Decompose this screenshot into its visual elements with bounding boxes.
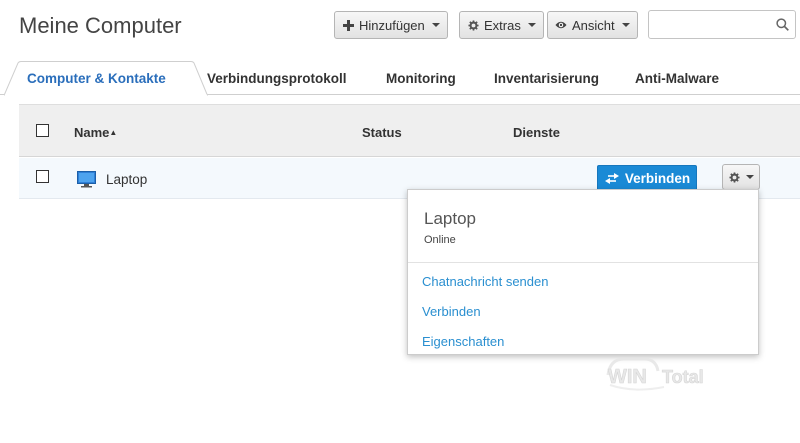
svg-text:Total: Total xyxy=(662,367,704,387)
tab-verbindungsprotokoll[interactable]: Verbindungsprotokoll xyxy=(207,62,347,95)
gear-icon xyxy=(467,19,479,31)
connect-button[interactable]: Verbinden xyxy=(597,165,697,192)
monitor-icon xyxy=(77,171,96,188)
page-title: Meine Computer xyxy=(19,13,182,38)
popup-title: Laptop xyxy=(424,209,476,228)
row-name[interactable]: Laptop xyxy=(106,172,147,187)
popup-status: Online xyxy=(424,234,456,246)
tab-computer-kontakte[interactable]: Computer & Kontakte xyxy=(27,62,166,95)
tab-inventarisierung[interactable]: Inventarisierung xyxy=(494,62,599,95)
column-header-name-label: Name xyxy=(74,125,110,140)
column-header-status[interactable]: Status xyxy=(362,125,402,140)
column-header-services[interactable]: Dienste xyxy=(513,125,560,140)
extras-button-label: Extras xyxy=(484,17,521,33)
menu-item-send-chat[interactable]: Chatnachricht senden xyxy=(422,274,548,289)
search-icon[interactable] xyxy=(776,18,789,31)
add-button[interactable]: Hinzufügen xyxy=(334,11,448,39)
extras-button[interactable]: Extras xyxy=(459,11,544,39)
table-header xyxy=(19,104,800,157)
view-button[interactable]: Ansicht xyxy=(547,11,638,39)
popup-divider xyxy=(408,262,758,263)
row-checkbox[interactable] xyxy=(36,170,49,183)
tab-anti-malware[interactable]: Anti-Malware xyxy=(635,62,719,95)
sort-ascending-icon: ▲ xyxy=(109,128,118,137)
row-settings-button[interactable] xyxy=(722,164,760,190)
eye-icon xyxy=(555,19,567,31)
chevron-down-icon xyxy=(431,23,440,27)
chevron-down-icon xyxy=(745,175,754,179)
search-box xyxy=(648,10,796,39)
watermark-logo: WIN Total xyxy=(606,357,704,391)
chevron-down-icon xyxy=(621,23,630,27)
view-button-label: Ansicht xyxy=(572,17,615,33)
add-button-label: Hinzufügen xyxy=(359,17,425,33)
chevron-down-icon xyxy=(527,23,536,27)
search-input[interactable] xyxy=(649,11,769,38)
menu-item-connect[interactable]: Verbinden xyxy=(422,304,481,319)
plus-icon xyxy=(342,19,354,31)
gear-icon xyxy=(728,171,740,183)
tab-monitoring[interactable]: Monitoring xyxy=(386,62,456,95)
svg-text:WIN: WIN xyxy=(608,366,647,388)
column-header-name[interactable]: Name▲ xyxy=(74,125,117,140)
menu-item-properties[interactable]: Eigenschaften xyxy=(422,334,504,349)
select-all-checkbox[interactable] xyxy=(36,124,49,137)
connect-button-label: Verbinden xyxy=(624,171,691,186)
computer-context-menu: Laptop Online Chatnachricht senden Verbi… xyxy=(407,189,759,355)
connect-arrows-icon xyxy=(604,173,619,184)
